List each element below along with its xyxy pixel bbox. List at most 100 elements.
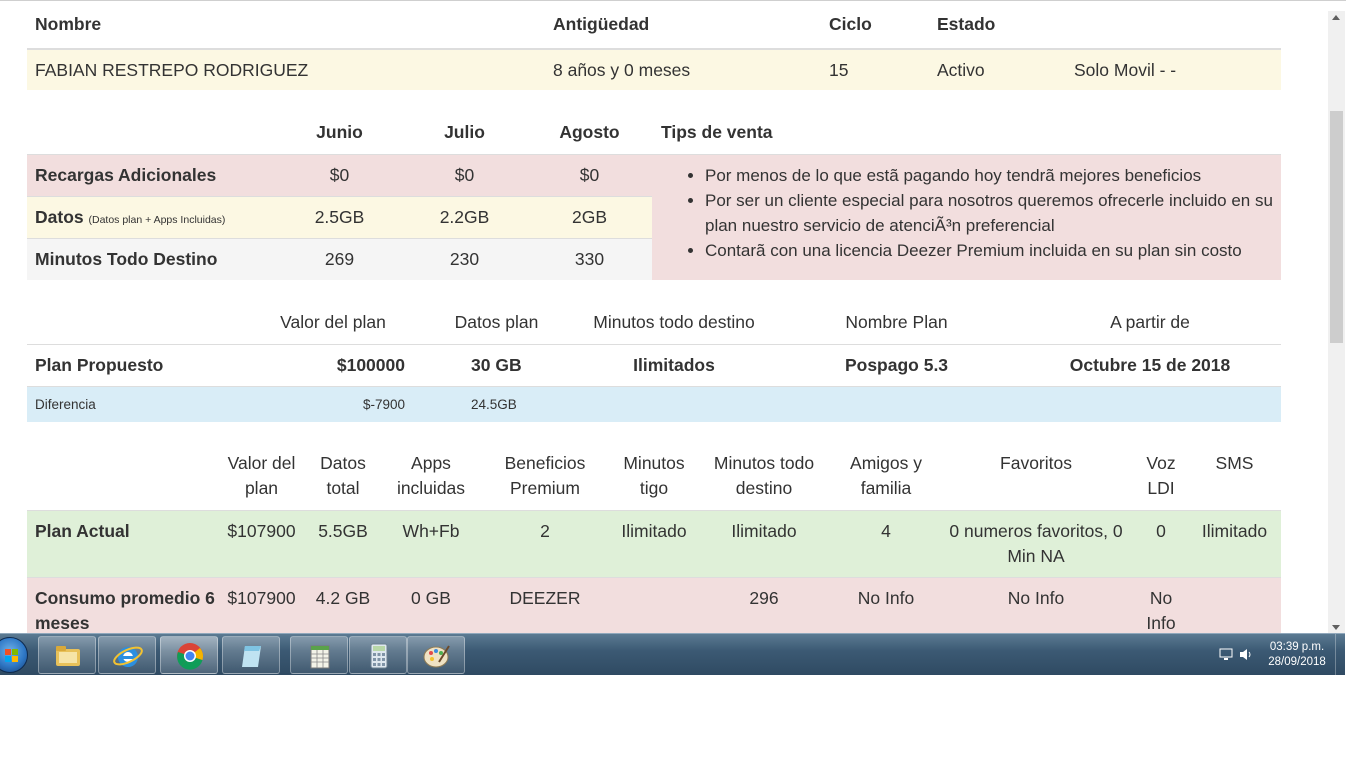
value-cell: 2.5GB (277, 195, 402, 238)
value-cell: 2.2GB (402, 195, 527, 238)
value-cell: 4 (834, 510, 938, 577)
header-line: Premium (509, 477, 580, 498)
browser-viewport: Nombre Antigüedad Ciclo Estado FABIAN RE… (0, 0, 1346, 633)
diferencia-row: Diferencia $-7900 24.5GB (27, 385, 1281, 422)
plan-propuesto-row: Plan Propuesto $100000 30 GB Ilimitados … (27, 344, 1281, 386)
taskbar-internet-explorer[interactable] (98, 636, 156, 674)
header-line: tigo (639, 477, 669, 498)
header-month-1: Junio (277, 112, 402, 155)
header-month-2: Julio (402, 112, 527, 155)
header-tips: Tips de venta (652, 112, 1281, 155)
value-cell: 5.5GB (300, 510, 386, 577)
diff-empty (774, 385, 1019, 422)
vertical-scrollbar[interactable] (1328, 11, 1345, 633)
customer-row: FABIAN RESTREPO RODRIGUEZ 8 años y 0 mes… (27, 48, 1281, 90)
show-desktop-button[interactable] (1335, 634, 1345, 676)
header-line: Amigos y (850, 452, 922, 473)
scroll-down-arrow-icon[interactable] (1332, 625, 1340, 630)
clock-date: 28/09/2018 (1268, 656, 1326, 668)
row-label: Plan Actual (27, 510, 223, 577)
volume-icon[interactable] (1239, 648, 1253, 661)
header-datos-total: Datos total (300, 442, 386, 511)
customer-servicio: Solo Movil - - (1066, 48, 1281, 90)
header-valor-plan: Valor del plan (247, 301, 419, 345)
value-cell: Ilimitado (614, 510, 694, 577)
plan-valor: $100000 (336, 354, 405, 375)
row-label-text: Datos (35, 206, 84, 227)
row-label: Consumo promedio 6 meses (27, 576, 223, 633)
header-nombre: Nombre (27, 1, 545, 50)
value-cell: 4.2 GB (300, 576, 386, 633)
clock-time: 03:39 p.m. (1269, 641, 1325, 653)
header-minutos-tigo: Minutos tigo (614, 442, 694, 511)
consumo-promedio-row: Consumo promedio 6 meses $107900 4.2 GB … (27, 576, 1281, 633)
tip-item: Por menos de lo que estã pagando hoy ten… (705, 163, 1273, 188)
start-orb-icon[interactable] (0, 637, 28, 673)
taskbar-chrome[interactable] (160, 636, 218, 674)
header-line: Voz (1146, 452, 1176, 473)
header-line: Minutos todo (713, 452, 815, 473)
taskbar-file-explorer[interactable] (38, 636, 96, 674)
plan-actual-row: Plan Actual $107900 5.5GB Wh+Fb 2 Ilimit… (27, 510, 1281, 577)
value-cell (614, 576, 694, 633)
plan-actual-header: Valor del plan Datos total Apps incluidas B… (27, 442, 1281, 511)
plan-desde: Octubre 15 de 2018 (1069, 354, 1231, 375)
header-voz-ldi: Voz LDI (1134, 442, 1188, 511)
header-line: destino (735, 477, 793, 498)
customer-name: FABIAN RESTREPO RODRIGUEZ (27, 48, 545, 90)
header-line: Favoritos (1000, 453, 1072, 473)
header-line: Minutos (623, 452, 685, 473)
scroll-thumb[interactable] (1330, 111, 1343, 343)
value-cell: No Info (938, 576, 1134, 633)
header-minutos-destino: Minutos todo destino (694, 442, 834, 511)
header-month-3: Agosto (527, 112, 652, 155)
row-label: Recargas Adicionales (27, 153, 277, 196)
plan-minutos: Ilimitados (633, 354, 715, 375)
value-cell: No Info (834, 576, 938, 633)
header-line: plan (244, 477, 279, 498)
header-line: familia (860, 477, 912, 498)
header-datos-plan: Datos plan (419, 301, 574, 345)
header-minutos: Minutos todo destino (574, 301, 774, 345)
value-cell: Wh+Fb (386, 510, 476, 577)
scroll-up-arrow-icon[interactable] (1332, 15, 1340, 20)
taskbar-paint[interactable] (407, 636, 465, 674)
tip-item: Contarã con una licencia Deezer Premium … (705, 238, 1273, 263)
value-cell: No Info (1134, 576, 1188, 633)
header-valor-plan: Valor del plan (223, 442, 300, 511)
value-cell: Ilimitado (1188, 510, 1281, 577)
header-empty (1066, 1, 1281, 50)
row-label: Diferencia (27, 385, 247, 422)
taskbar-spreadsheet[interactable] (290, 636, 348, 674)
page-content: Nombre Antigüedad Ciclo Estado FABIAN RE… (27, 1, 1281, 633)
customer-table: Nombre Antigüedad Ciclo Estado FABIAN RE… (27, 1, 1281, 90)
value-cell: 0 GB (386, 576, 476, 633)
value-cell: $0 (527, 153, 652, 196)
customer-antiguedad: 8 años y 0 meses (545, 48, 821, 90)
row-label: Plan Propuesto (35, 354, 164, 375)
sales-tips: Por menos de lo que estã pagando hoy ten… (652, 153, 1281, 280)
value-cell: $107900 (223, 510, 300, 577)
value-cell (1188, 576, 1281, 633)
header-blank (27, 112, 277, 155)
taskbar-clock[interactable]: 03:39 p.m. 28/09/2018 (1261, 640, 1333, 670)
value-cell: 2GB (527, 195, 652, 238)
diff-empty (574, 385, 774, 422)
header-antiguedad: Antigüedad (545, 1, 821, 50)
header-a-partir-de: A partir de (1019, 301, 1281, 345)
taskbar-notepad[interactable] (222, 636, 280, 674)
paint-palette-icon (423, 645, 450, 668)
chrome-icon (177, 643, 204, 670)
value-cell: 0 numeros favoritos, 0 Min NA (938, 510, 1134, 577)
header-blank (27, 442, 223, 511)
taskbar: 03:39 p.m. 28/09/2018 (0, 633, 1345, 676)
header-amigos: Amigos y familia (834, 442, 938, 511)
row-recargas: Recargas Adicionales $0 $0 $0 Por menos … (27, 153, 1281, 280)
value-cell: 269 (277, 237, 402, 280)
header-nombre-plan: Nombre Plan (774, 301, 1019, 345)
header-line: LDI (1147, 477, 1175, 498)
header-apps: Apps incluidas (386, 442, 476, 511)
taskbar-calculator[interactable] (349, 636, 407, 674)
network-icon[interactable] (1219, 648, 1233, 661)
plan-datos: 30 GB (471, 354, 522, 375)
